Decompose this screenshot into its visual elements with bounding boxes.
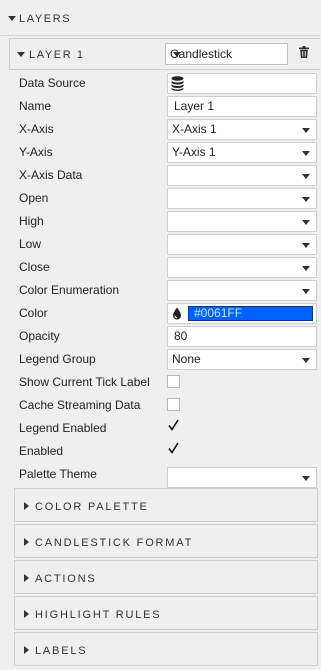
chevron-down-icon[interactable] xyxy=(17,52,25,57)
layer-1-header[interactable]: LAYER 1 Candlestick xyxy=(9,38,320,70)
open-row: Open xyxy=(0,187,321,210)
section-label: ACTIONS xyxy=(35,573,97,585)
high-label: High xyxy=(19,214,44,228)
color-enumeration-select[interactable] xyxy=(167,280,317,301)
section-label: LABELS xyxy=(35,645,88,657)
palette-theme-row: Palette Theme xyxy=(0,463,321,488)
section-highlight-rules[interactable]: HIGHLIGHT RULES xyxy=(14,596,318,630)
section-label: HIGHLIGHT RULES xyxy=(35,609,162,621)
show-current-tick-label-label: Show Current Tick Label xyxy=(19,375,150,389)
color-picker[interactable]: #0061FF xyxy=(167,303,317,324)
cache-streaming-data-checkbox[interactable] xyxy=(167,398,180,411)
enabled-label: Enabled xyxy=(19,444,64,458)
x-axis-select[interactable]: X-Axis 1 xyxy=(167,119,317,140)
cache-streaming-data-row: Cache Streaming Data xyxy=(0,394,321,417)
chevron-down-icon xyxy=(302,476,310,481)
high-select[interactable] xyxy=(167,211,317,232)
chevron-right-icon xyxy=(24,646,29,654)
x-axis-value: X-Axis 1 xyxy=(172,122,217,136)
name-label: Name xyxy=(19,99,52,113)
enabled-row: Enabled xyxy=(0,440,321,463)
database-icon xyxy=(171,76,184,97)
legend-group-row: Legend Group None xyxy=(0,348,321,371)
opacity-label: Opacity xyxy=(19,329,60,343)
ink-drop-icon[interactable] xyxy=(172,307,182,326)
x-axis-data-select[interactable] xyxy=(167,165,317,186)
chevron-down-icon xyxy=(302,128,310,133)
x-axis-row: X-Axis X-Axis 1 xyxy=(0,118,321,141)
chevron-down-icon xyxy=(302,197,310,202)
color-row: Color #0061FF xyxy=(0,302,321,325)
layers-title: LAYERS xyxy=(19,13,72,25)
x-axis-label: X-Axis xyxy=(19,122,54,136)
opacity-row: Opacity 80 xyxy=(0,325,321,348)
chevron-right-icon xyxy=(24,574,29,582)
x-axis-data-label: X-Axis Data xyxy=(19,168,83,182)
checkmark-icon xyxy=(168,442,179,454)
show-current-tick-label-checkbox[interactable] xyxy=(167,375,180,388)
low-label: Low xyxy=(19,237,42,251)
legend-group-label: Legend Group xyxy=(19,352,96,366)
chevron-down-icon xyxy=(302,289,310,294)
low-row: Low xyxy=(0,233,321,256)
x-axis-data-row: X-Axis Data xyxy=(0,164,321,187)
section-labels[interactable]: LABELS xyxy=(14,632,318,666)
section-candlestick-format[interactable]: CANDLESTICK FORMAT xyxy=(14,524,318,558)
chevron-down-icon xyxy=(302,151,310,156)
legend-enabled-label: Legend Enabled xyxy=(19,421,107,435)
close-select[interactable] xyxy=(167,257,317,278)
opacity-input[interactable]: 80 xyxy=(167,326,317,347)
palette-theme-select[interactable] xyxy=(167,467,317,488)
section-color-palette[interactable]: COLOR PALETTE xyxy=(14,488,318,522)
name-input[interactable]: Layer 1 xyxy=(167,96,317,117)
legend-group-select[interactable]: None xyxy=(167,349,317,370)
chevron-right-icon xyxy=(24,538,29,546)
data-source-button[interactable] xyxy=(167,73,317,94)
chevron-down-icon xyxy=(302,266,310,271)
chevron-right-icon xyxy=(24,610,29,618)
y-axis-label: Y-Axis xyxy=(19,145,53,159)
legend-group-value: None xyxy=(172,352,201,366)
color-enumeration-row: Color Enumeration xyxy=(0,279,321,302)
chevron-down-icon xyxy=(8,16,16,21)
color-value-swatch[interactable]: #0061FF xyxy=(188,306,313,321)
chevron-down-icon xyxy=(302,358,310,363)
y-axis-value: Y-Axis 1 xyxy=(172,145,216,159)
show-current-tick-label-row: Show Current Tick Label xyxy=(0,371,321,394)
high-row: High xyxy=(0,210,321,233)
low-select[interactable] xyxy=(167,234,317,255)
layer-type-select[interactable]: Candlestick xyxy=(165,43,288,65)
layers-panel-header[interactable]: LAYERS xyxy=(0,0,321,36)
checkmark-icon xyxy=(168,419,179,431)
name-row: Name Layer 1 xyxy=(0,95,321,118)
data-source-row: Data Source xyxy=(0,72,321,95)
legend-enabled-row: Legend Enabled xyxy=(0,417,321,440)
chevron-down-icon xyxy=(302,174,310,179)
section-label: CANDLESTICK FORMAT xyxy=(35,537,194,549)
chevron-down-icon xyxy=(302,243,310,248)
section-label: COLOR PALETTE xyxy=(35,501,149,513)
legend-enabled-checkbox[interactable] xyxy=(168,419,179,434)
enabled-checkbox[interactable] xyxy=(168,442,179,457)
open-label: Open xyxy=(19,191,49,205)
close-row: Close xyxy=(0,256,321,279)
palette-theme-label: Palette Theme xyxy=(19,467,97,481)
chevron-down-icon xyxy=(173,52,181,57)
chevron-down-icon xyxy=(302,220,310,225)
cache-streaming-data-label: Cache Streaming Data xyxy=(19,398,141,412)
color-label: Color xyxy=(19,306,48,320)
y-axis-select[interactable]: Y-Axis 1 xyxy=(167,142,317,163)
data-source-label: Data Source xyxy=(19,76,86,90)
y-axis-row: Y-Axis Y-Axis 1 xyxy=(0,141,321,164)
chevron-right-icon xyxy=(24,502,29,510)
color-enumeration-label: Color Enumeration xyxy=(19,283,120,297)
close-label: Close xyxy=(19,260,50,274)
layer-title: LAYER 1 xyxy=(29,49,85,61)
section-actions[interactable]: ACTIONS xyxy=(14,560,318,594)
trash-icon[interactable] xyxy=(299,46,309,61)
open-select[interactable] xyxy=(167,188,317,209)
